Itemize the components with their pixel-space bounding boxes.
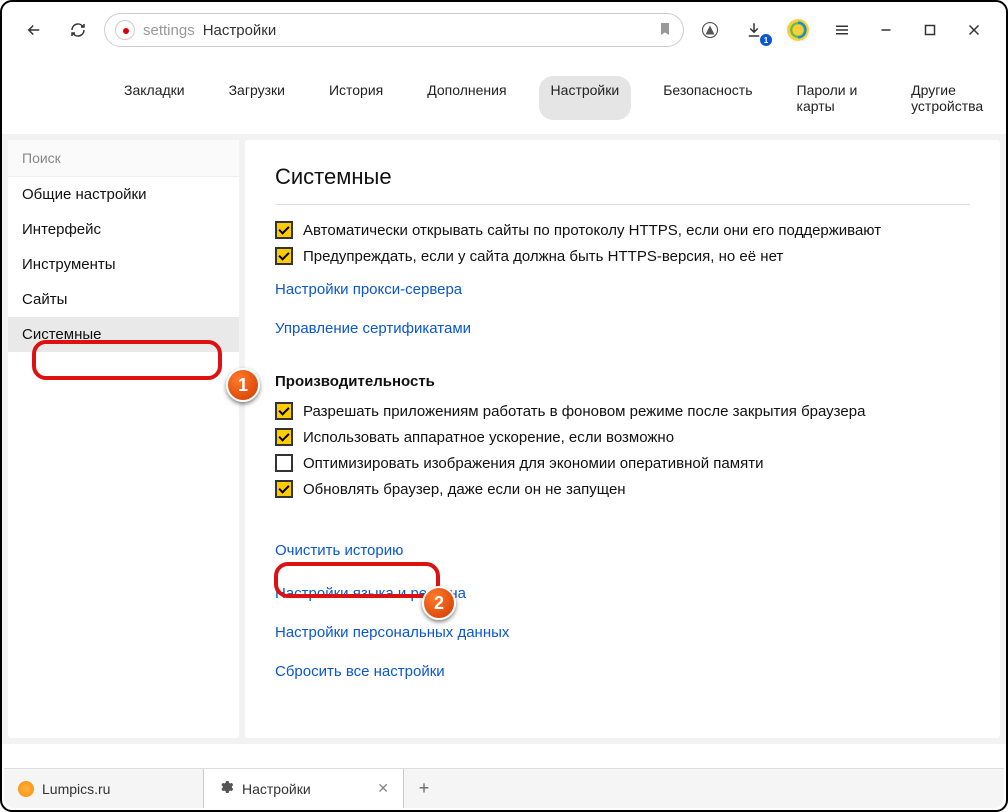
search-input[interactable]: Поиск — [8, 140, 239, 177]
section-title-system: Системные — [275, 164, 970, 205]
lumpics-icon — [18, 781, 34, 797]
downloads-badge: 1 — [760, 34, 772, 46]
alice-icon[interactable] — [692, 12, 728, 48]
tab-addons[interactable]: Дополнения — [415, 76, 518, 120]
link-language-region[interactable]: Настройки языка и региона — [275, 585, 466, 602]
tab-bar: Lumpics.ru Настройки ✕ + — [4, 768, 1004, 808]
link-clear-history[interactable]: Очистить историю — [275, 542, 403, 559]
label-https-auto: Автоматически открывать сайты по протоко… — [303, 222, 881, 239]
checkbox-https-auto[interactable] — [275, 221, 293, 239]
sidebar: Поиск Общие настройки Интерфейс Инструме… — [8, 140, 239, 738]
extension-icon[interactable] — [780, 12, 816, 48]
gear-icon — [218, 779, 234, 798]
tab-label: Lumpics.ru — [42, 781, 110, 797]
browser-tab-settings[interactable]: Настройки ✕ — [204, 769, 404, 808]
tab-bookmarks[interactable]: Закладки — [112, 76, 197, 120]
close-button[interactable] — [956, 12, 992, 48]
tab-devices[interactable]: Другие устройства — [899, 76, 1006, 120]
address-bar[interactable]: settings Настройки — [104, 13, 684, 47]
main-area: Поиск Общие настройки Интерфейс Инструме… — [2, 134, 1006, 744]
link-reset-settings[interactable]: Сбросить все настройки — [275, 663, 445, 680]
label-hw-accel: Использовать аппаратное ускорение, если … — [303, 429, 674, 446]
label-background: Разрешать приложениям работать в фоновом… — [303, 403, 865, 420]
tab-passwords[interactable]: Пароли и карты — [785, 76, 880, 120]
checkbox-auto-update[interactable] — [275, 480, 293, 498]
addr-path: settings — [143, 22, 195, 39]
site-icon — [115, 20, 135, 40]
checkbox-background[interactable] — [275, 402, 293, 420]
tab-label: Настройки — [242, 781, 311, 797]
close-icon[interactable]: ✕ — [377, 780, 389, 797]
bookmark-icon[interactable] — [657, 21, 673, 40]
sidebar-item-system[interactable]: Системные — [8, 317, 239, 352]
new-tab-button[interactable]: + — [404, 769, 444, 808]
addr-title: Настройки — [203, 22, 277, 39]
sidebar-item-tools[interactable]: Инструменты — [8, 247, 239, 282]
sidebar-item-general[interactable]: Общие настройки — [8, 177, 239, 212]
tab-downloads[interactable]: Загрузки — [217, 76, 297, 120]
sidebar-item-interface[interactable]: Интерфейс — [8, 212, 239, 247]
browser-toolbar: settings Настройки 1 — [2, 2, 1006, 58]
browser-tab-lumpics[interactable]: Lumpics.ru — [4, 769, 204, 808]
downloads-button[interactable]: 1 — [736, 12, 772, 48]
settings-nav: Закладки Загрузки История Дополнения Нас… — [2, 58, 1006, 134]
label-optimize-images: Оптимизировать изображения для экономии … — [303, 455, 763, 472]
label-https-warn: Предупреждать, если у сайта должна быть … — [303, 248, 783, 265]
link-proxy-settings[interactable]: Настройки прокси-сервера — [275, 281, 462, 298]
subtitle-performance: Производительность — [275, 373, 970, 390]
sidebar-item-sites[interactable]: Сайты — [8, 282, 239, 317]
label-auto-update: Обновлять браузер, даже если он не запущ… — [303, 481, 626, 498]
link-certificates[interactable]: Управление сертификатами — [275, 320, 471, 337]
tab-settings[interactable]: Настройки — [539, 76, 632, 120]
reload-button[interactable] — [60, 12, 96, 48]
minimize-button[interactable] — [868, 12, 904, 48]
checkbox-hw-accel[interactable] — [275, 428, 293, 446]
tab-history[interactable]: История — [317, 76, 395, 120]
link-personal-data[interactable]: Настройки персональных данных — [275, 624, 509, 641]
back-button[interactable] — [16, 12, 52, 48]
checkbox-optimize-images[interactable] — [275, 454, 293, 472]
content-panel: Системные Автоматически открывать сайты … — [245, 140, 1000, 738]
checkbox-https-warn[interactable] — [275, 247, 293, 265]
menu-button[interactable] — [824, 12, 860, 48]
maximize-button[interactable] — [912, 12, 948, 48]
tab-security[interactable]: Безопасность — [651, 76, 764, 120]
